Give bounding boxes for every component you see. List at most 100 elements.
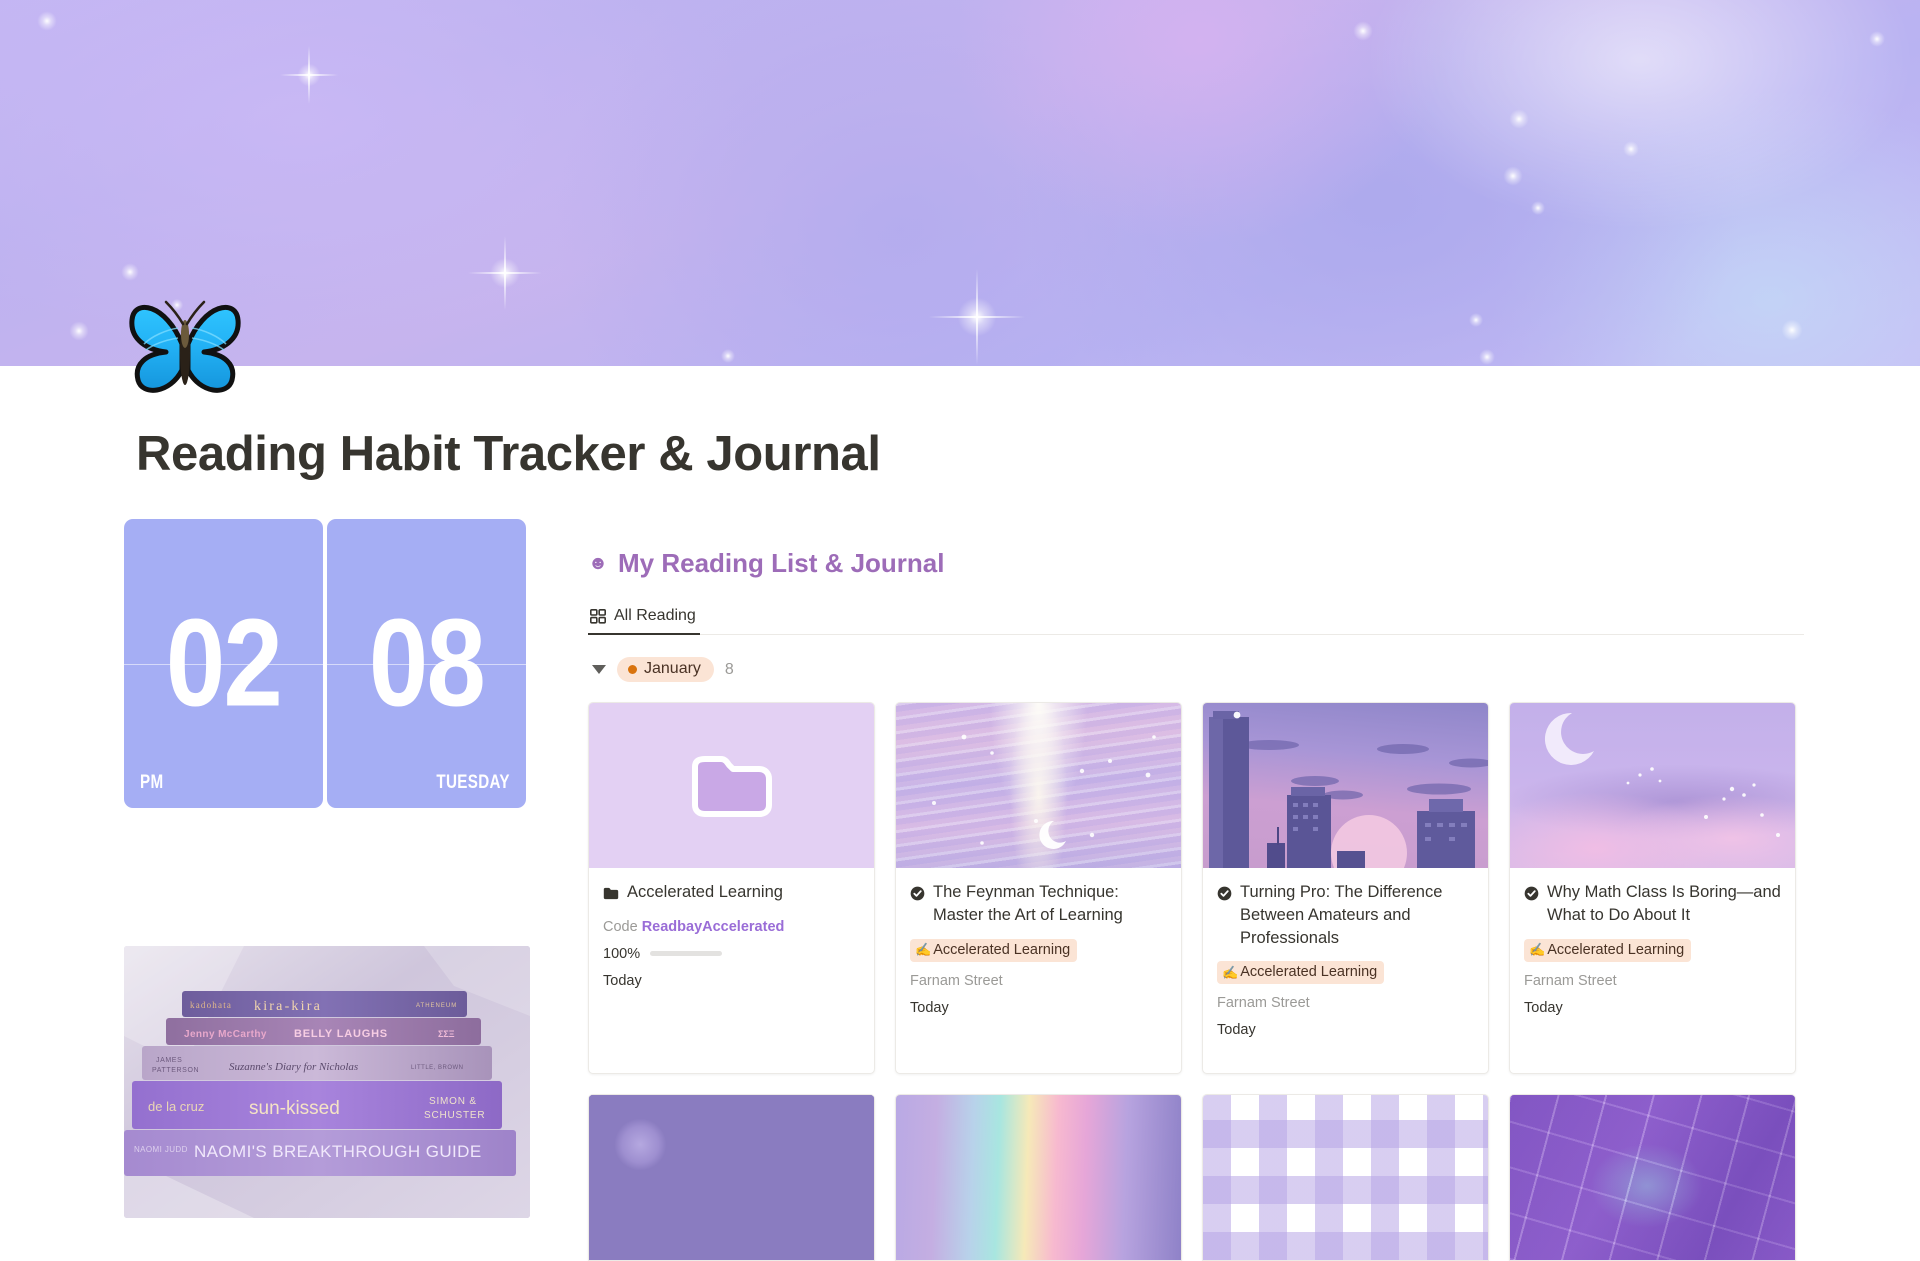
writing-hand-icon: ✍ [1222,964,1239,980]
card-tag[interactable]: ✍ Accelerated Learning [1217,961,1385,985]
card-date: Today [603,972,642,989]
card-title-row: Why Math Class Is Boring—and What to Do … [1524,881,1781,927]
card-date: Today [910,999,949,1016]
tab-all-reading[interactable]: All Reading [588,607,700,635]
card-thumbnail-lavender-gingham [1203,1095,1488,1260]
folder-icon [603,884,619,907]
card-source: Farnam Street [1217,995,1310,1012]
card-title: Accelerated Learning [627,883,783,901]
clock-minute-digits: 08 [368,593,486,732]
flip-clock-widget[interactable]: 02 PM 08 TUESDAY [124,519,526,808]
folder-placeholder-icon [691,755,772,817]
card-tag-label: Accelerated Learning [933,941,1071,958]
group-header-january: January 8 [592,657,1804,682]
card-thumbnail-folder-placeholder [589,703,874,868]
card-date: Today [1524,999,1563,1016]
clock-hour-card: 02 PM [124,519,323,808]
sparkle-icon [1467,337,1507,366]
tab-all-reading-label: All Reading [614,607,696,624]
sparkle-icon [1488,151,1538,201]
clock-hour-digits: 02 [165,593,283,732]
svg-text:PATTERSON: PATTERSON [152,1067,199,1074]
card-thumbnail-rainbow-gradient [896,1095,1181,1260]
page-cover-banner[interactable] [0,0,1920,366]
card-title-row: Turning Pro: The Difference Between Amat… [1217,881,1474,949]
svg-text:Suzanne's Diary for Nicholas: Suzanne's Diary for Nicholas [229,1061,358,1073]
card-grid-row-1: Accelerated Learning Code ReadbayAcceler… [588,702,1804,1074]
svg-text:ΣΣΞ: ΣΣΞ [438,1029,455,1039]
status-dot-icon [628,664,637,674]
svg-text:BELLY LAUGHS: BELLY LAUGHS [294,1028,388,1040]
clock-meridiem-label: PM [140,772,164,793]
card-row2-item[interactable] [1202,1094,1489,1261]
card-feynman-technique[interactable]: The Feynman Technique: Master the Art of… [895,702,1182,1074]
card-body: The Feynman Technique: Master the Art of… [896,868,1181,1073]
card-thumbnail-purple-keyboard [1510,1095,1795,1260]
writing-hand-icon: ✍ [915,942,932,958]
card-thumbnail-shimmering-water [896,703,1181,868]
card-title-row: Accelerated Learning [603,881,860,907]
card-tag[interactable]: ✍ Accelerated Learning [1524,938,1692,962]
sparkle-icon [1857,19,1897,59]
clock-weekday-label: TUESDAY [436,772,510,793]
sparkle-icon [280,46,338,104]
card-date: Today [1217,1022,1256,1039]
check-circle-icon [1524,885,1539,927]
card-progress-row: 100% [603,946,860,962]
sparkle-icon [108,250,152,294]
card-progress-label: 100% [603,945,641,962]
writing-hand-icon: ✍ [1529,942,1546,958]
sparkle-icon [1338,6,1388,56]
svg-text:NAOMI JUDD: NAOMI JUDD [134,1145,188,1154]
card-tag[interactable]: ✍ Accelerated Learning [910,938,1078,962]
butterfly-icon[interactable] [126,298,244,398]
svg-text:ATHENEUM: ATHENEUM [416,1003,457,1009]
svg-text:kadohata: kadohata [190,1000,232,1010]
sparkle-icon [710,338,746,366]
card-title: Turning Pro: The Difference Between Amat… [1240,883,1443,947]
card-body: Why Math Class Is Boring—and What to Do … [1510,868,1795,1073]
card-title: Why Math Class Is Boring—and What to Do … [1547,883,1781,924]
card-tag-label: Accelerated Learning [1547,941,1685,958]
card-thumbnail-purple-candy-buttons [589,1095,874,1260]
card-body: Turning Pro: The Difference Between Amat… [1203,868,1488,1073]
chevron-down-icon[interactable] [592,665,606,674]
card-title-row: The Feynman Technique: Master the Art of… [910,881,1167,927]
card-grid-row-2 [588,1094,1804,1261]
card-code-label: Code [603,918,638,935]
book-stack-image[interactable]: kadohata kira-kira ATHENEUM Jenny McCart… [124,946,530,1218]
card-source: Farnam Street [910,972,1003,989]
svg-text:kira-kira: kira-kira [254,999,322,1014]
card-source: Farnam Street [1524,972,1617,989]
smiley-icon: ☻ [588,553,608,574]
sparkle-icon [1765,303,1819,357]
svg-text:JAMES: JAMES [156,1057,182,1064]
group-month-label: January [644,660,701,677]
check-circle-icon [1217,885,1232,949]
card-why-math-class-is-boring[interactable]: Why Math Class Is Boring—and What to Do … [1509,702,1796,1074]
database-title[interactable]: My Reading List & Journal [618,548,945,579]
sparkle-icon [54,306,104,356]
sparkle-icon [467,235,543,311]
card-accelerated-learning[interactable]: Accelerated Learning Code ReadbayAcceler… [588,702,875,1074]
card-title: The Feynman Technique: Master the Art of… [933,883,1123,924]
card-progress-bar [650,951,723,957]
sparkle-icon [928,268,1026,366]
card-turning-pro[interactable]: Turning Pro: The Difference Between Amat… [1202,702,1489,1074]
svg-text:SIMON &: SIMON & [429,1096,477,1107]
sparkle-icon [1494,94,1544,144]
group-month-badge[interactable]: January [617,657,714,682]
svg-text:SCHUSTER: SCHUSTER [424,1110,485,1121]
group-item-count: 8 [724,660,734,678]
svg-text:Jenny McCarthy: Jenny McCarthy [184,1029,267,1040]
card-row2-item[interactable] [588,1094,875,1261]
card-thumbnail-crescent-moon-clouds [1510,703,1795,868]
svg-text:de la cruz: de la cruz [148,1099,204,1114]
card-row2-item[interactable] [895,1094,1182,1261]
sparkle-icon [22,0,72,46]
page-title[interactable]: Reading Habit Tracker & Journal [136,426,881,482]
card-row2-item[interactable] [1509,1094,1796,1261]
card-thumbnail-city-skyline [1203,703,1488,868]
svg-text:NAOMI'S BREAKTHROUGH GUIDE: NAOMI'S BREAKTHROUGH GUIDE [194,1142,482,1161]
left-column: 02 PM 08 TUESDAY kadohata kira-kira ATHE… [124,519,544,1218]
